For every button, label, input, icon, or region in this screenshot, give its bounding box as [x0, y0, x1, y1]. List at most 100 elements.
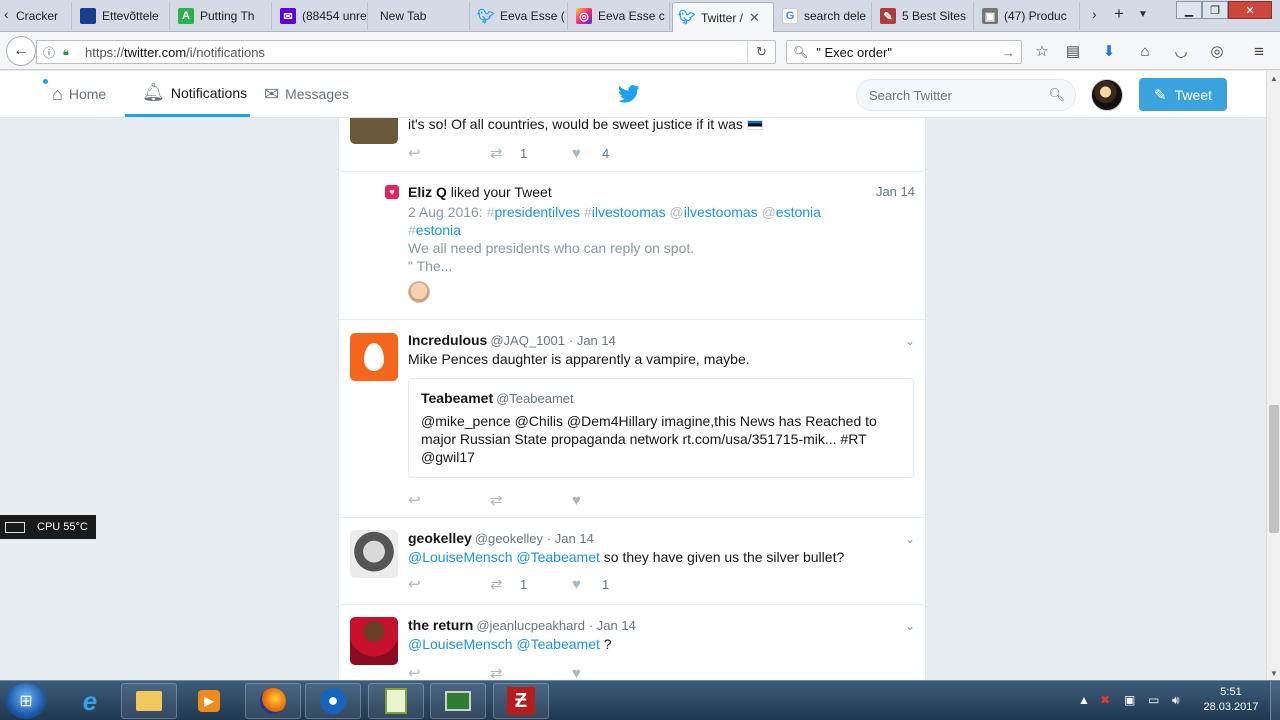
- tab-eeva-twitter[interactable]: 🐦︎ Eeva Esse (: [472, 2, 568, 30]
- tweet-button[interactable]: ✎ Tweet: [1139, 78, 1227, 111]
- tweet-author-handle[interactable]: @JAQ_1001: [490, 333, 565, 348]
- reply-button[interactable]: ↩: [408, 491, 490, 509]
- reload-icon[interactable]: ↻: [747, 41, 775, 63]
- retweet-button[interactable]: ⇄: [490, 491, 572, 509]
- reply-button[interactable]: ↩: [408, 575, 490, 593]
- retweet-button[interactable]: ⇄ 1: [490, 144, 572, 162]
- back-button[interactable]: ←: [6, 36, 36, 66]
- bookmark-star-icon[interactable]: ☆: [1033, 43, 1051, 61]
- scrollbar-thumb[interactable]: [1269, 405, 1279, 533]
- reply-button[interactable]: ↩: [408, 664, 490, 680]
- tweet[interactable]: ⌄ the return @jeanlucpeakhard · Jan 14 @L…: [339, 605, 925, 681]
- filezilla-icon[interactable]: Ƶ: [493, 683, 549, 719]
- display-icon[interactable]: ▭: [1148, 693, 1159, 707]
- page-scrollbar[interactable]: ▲ ▼: [1266, 71, 1280, 680]
- media-player-icon[interactable]: ▶: [181, 683, 237, 719]
- scroll-up-arrow-icon[interactable]: ▲: [1267, 71, 1280, 85]
- tab-best-sites[interactable]: ✎ 5 Best Sites: [874, 2, 974, 30]
- address-bar[interactable]: ⓘ 🔒︎ https://twitter.com/i/notifications…: [36, 40, 776, 64]
- tab-putting[interactable]: A Putting Th: [172, 2, 272, 30]
- tray-expand-chevron-icon[interactable]: ▲: [1078, 693, 1090, 707]
- hashtag[interactable]: #estonia: [408, 222, 461, 238]
- quoted-tweet[interactable]: Teabeamet @Teabeamet @mike_pence @Chilis …: [408, 378, 914, 478]
- pocket-icon[interactable]: ◡: [1172, 43, 1190, 61]
- mention[interactable]: @LouiseMensch: [408, 549, 513, 565]
- tweet-author-handle[interactable]: @geokelley: [475, 531, 543, 546]
- retweet-button[interactable]: ⇄ 1: [490, 575, 572, 593]
- search-icon[interactable]: 🔍︎: [1048, 87, 1065, 103]
- tab-ettevottele[interactable]: Ettevõttele: [74, 2, 170, 30]
- avatar[interactable]: [350, 530, 398, 578]
- communicator-icon[interactable]: [305, 683, 361, 719]
- avatar[interactable]: [350, 333, 398, 381]
- info-icon[interactable]: ⓘ: [43, 44, 59, 61]
- menu-hamburger-icon[interactable]: ≡: [1250, 43, 1268, 61]
- nav-messages[interactable]: ✉ Messages: [264, 71, 349, 117]
- notepad-icon[interactable]: [368, 683, 424, 719]
- liked-tweet-preview[interactable]: 2 Aug 2016: #presidentilves #ilvestoomas…: [408, 203, 914, 275]
- sync-icon[interactable]: ◎: [1208, 43, 1226, 61]
- reading-list-icon[interactable]: ▤: [1064, 43, 1082, 61]
- tweet-author-handle[interactable]: @jeanlucpeakhard: [476, 618, 585, 633]
- tweet-author-name[interactable]: Incredulous: [408, 332, 487, 348]
- downloads-icon[interactable]: ⬇: [1100, 43, 1118, 61]
- mention[interactable]: @LouiseMensch: [408, 636, 513, 652]
- show-desktop-button[interactable]: [1270, 681, 1280, 720]
- like-button[interactable]: ♥ 1: [572, 576, 654, 593]
- twitter-logo-icon[interactable]: [618, 83, 640, 105]
- window-restore-button[interactable]: ❐: [1202, 1, 1228, 19]
- like-button[interactable]: ♥: [572, 665, 654, 681]
- notification-time[interactable]: Jan 14: [876, 184, 915, 199]
- avatar[interactable]: [350, 118, 398, 144]
- tweet-time[interactable]: · Jan 14: [547, 531, 594, 546]
- mention[interactable]: @ilvestoomas: [670, 204, 758, 220]
- notification-user-name[interactable]: Eliz Q: [408, 184, 447, 200]
- tab-eeva-instagram[interactable]: ◎ Eeva Esse c: [570, 2, 670, 30]
- new-tab-plus-icon[interactable]: +: [1114, 4, 1124, 24]
- home-icon[interactable]: ⌂: [1136, 43, 1154, 61]
- user-avatar[interactable]: [1091, 79, 1123, 111]
- liker-avatar[interactable]: [408, 281, 430, 303]
- nav-notifications[interactable]: 🔔︎ Notifications: [125, 71, 250, 117]
- tab-scroll-left-icon[interactable]: ‹: [4, 6, 9, 22]
- network-warning-icon[interactable]: ✖: [1100, 693, 1110, 707]
- file-explorer-icon[interactable]: [121, 683, 177, 719]
- hashtag[interactable]: #presidentilves: [487, 204, 580, 220]
- browser-search-box[interactable]: 🔍︎ " Exec order" →: [786, 40, 1022, 64]
- tweet-author-name[interactable]: the return: [408, 617, 473, 633]
- search-go-arrow-icon[interactable]: →: [1002, 45, 1015, 60]
- window-minimize-button[interactable]: ▁: [1176, 1, 1202, 19]
- tab-yahoo-mail[interactable]: ✉ (88454 unre: [274, 2, 368, 30]
- tab-list-chevron-icon[interactable]: ▼: [1138, 9, 1148, 20]
- retweet-button[interactable]: ⇄: [490, 664, 572, 680]
- close-tab-icon[interactable]: ✕: [749, 10, 760, 26]
- tab-google-search[interactable]: G search dele: [776, 2, 872, 30]
- reply-button[interactable]: ↩: [408, 144, 490, 162]
- scroll-down-arrow-icon[interactable]: ▼: [1267, 666, 1280, 680]
- twitter-search-input[interactable]: [869, 87, 1039, 103]
- avatar[interactable]: [350, 617, 398, 665]
- tweet[interactable]: ⌄ Incredulous @JAQ_1001 · Jan 14 Mike Pen…: [339, 320, 925, 518]
- tab-products[interactable]: ▣ (47) Produc: [976, 2, 1080, 30]
- window-close-button[interactable]: ✕: [1228, 1, 1272, 19]
- mention[interactable]: @estonia: [762, 204, 821, 220]
- tweet[interactable]: ⌄ geokelley @geokelley · Jan 14 @LouiseMe…: [339, 518, 925, 605]
- volume-icon[interactable]: 🔊︎: [1172, 693, 1180, 708]
- tweet-time[interactable]: · Jan 14: [569, 333, 616, 348]
- mention[interactable]: @Teabeamet: [516, 636, 599, 652]
- tab-new-tab[interactable]: New Tab: [370, 2, 470, 30]
- internet-explorer-icon[interactable]: e: [62, 683, 118, 719]
- start-button[interactable]: ⊞: [6, 683, 46, 719]
- like-button[interactable]: ♥: [572, 492, 654, 509]
- clipboard-icon[interactable]: ▣: [1124, 693, 1135, 707]
- tab-twitter-active[interactable]: 🐦︎ Twitter / ✕: [672, 2, 774, 32]
- tab-scroll-right-icon[interactable]: ›: [1092, 6, 1097, 22]
- tweet-author-name[interactable]: geokelley: [408, 530, 472, 546]
- like-button[interactable]: ♥ 4: [572, 145, 654, 162]
- tweet-time[interactable]: · Jan 14: [589, 618, 636, 633]
- tab-cracker[interactable]: Cracker: [10, 2, 72, 30]
- system-clock[interactable]: 5:51 28.03.2017: [1196, 685, 1266, 715]
- hashtag[interactable]: #ilvestoomas: [584, 204, 666, 220]
- list-item[interactable]: it's so! Of all countries, would be swee…: [339, 118, 925, 172]
- like-notification[interactable]: ♥ Eliz Q liked your Tweet 2 Aug 2016: #p…: [339, 172, 925, 320]
